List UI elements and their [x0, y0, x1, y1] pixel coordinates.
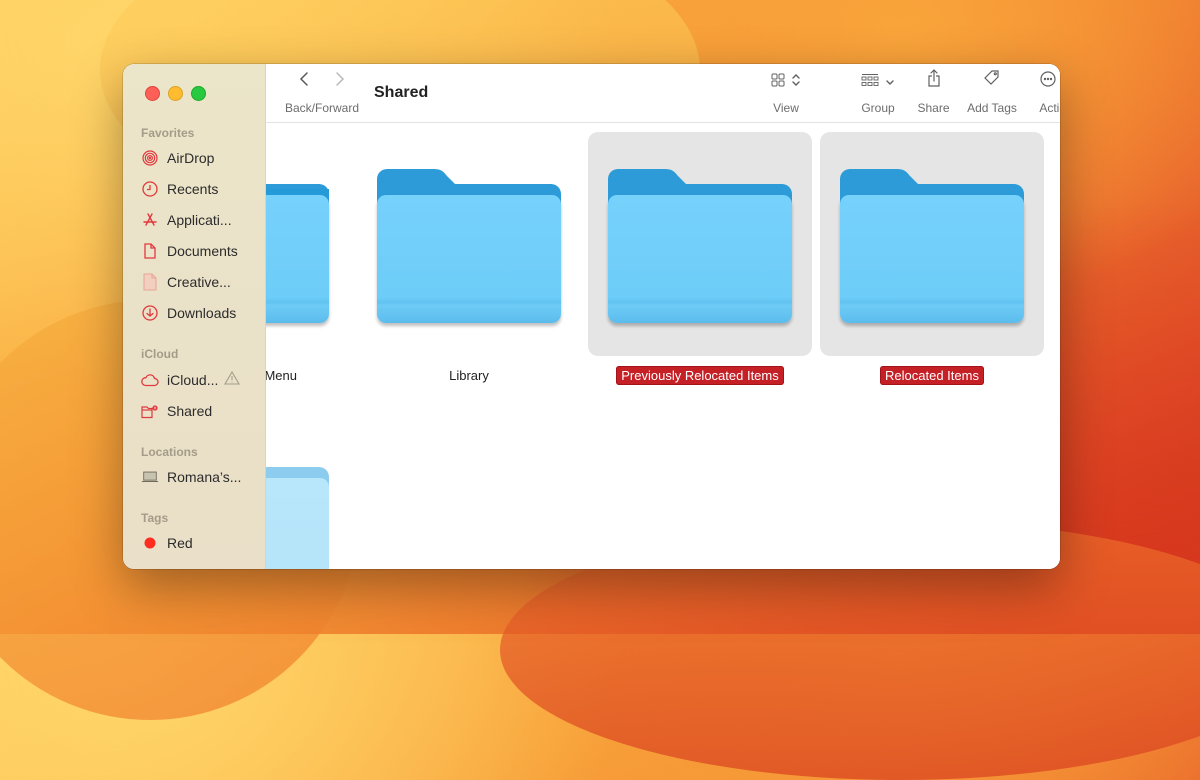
sidebar-item-label: iCloud... — [167, 372, 219, 388]
action-label: Action — [1039, 101, 1060, 115]
sidebar-item-documents[interactable]: Documents — [141, 240, 263, 262]
sidebar-item-label: AirDrop — [167, 150, 215, 166]
sidebar-item-label: Downloads — [167, 305, 237, 321]
window-controls — [145, 86, 206, 101]
sidebar-item-label: Shared — [167, 403, 213, 419]
chevron-down-icon — [885, 74, 895, 92]
file-name: Menu — [266, 368, 297, 383]
forward-button[interactable] — [332, 71, 346, 92]
back-button[interactable] — [298, 71, 312, 92]
add-tags-label: Add Tags — [967, 101, 1017, 115]
sidebar-item-label: Creative... — [167, 274, 231, 290]
file-name: Relocated Items — [880, 366, 984, 385]
sidebar-item-airdrop[interactable]: AirDrop — [141, 147, 263, 169]
folder-icon — [608, 169, 792, 325]
sidebar-item-applications[interactable]: Applicati... — [141, 209, 263, 231]
group-label: Group — [861, 101, 895, 115]
sidebar-item-icloud-drive[interactable]: iCloud... — [141, 369, 263, 391]
sidebar-item-label: Applicati... — [167, 212, 232, 228]
updown-chevron-icon — [791, 73, 801, 92]
folder-icon — [840, 169, 1024, 325]
share-button[interactable]: Share — [911, 64, 956, 122]
sidebar-item-label: Recents — [167, 181, 219, 197]
toolbar: Back/Forward Shared View Group Share Add… — [266, 64, 1060, 123]
cloud-icon — [141, 371, 159, 389]
clock-icon — [141, 180, 159, 198]
tag-dot-icon — [141, 534, 159, 552]
sidebar-item-label: Red — [167, 535, 193, 551]
share-icon — [927, 69, 941, 92]
sidebar-item-label: Romana’s... — [167, 469, 242, 485]
zoom-button[interactable] — [191, 86, 206, 101]
section-tags: Tags — [141, 511, 169, 525]
ellipsis-circle-icon — [1040, 71, 1056, 92]
content-area: Back/Forward Shared View Group Share Add… — [266, 64, 1060, 569]
shared-folder-icon — [141, 402, 159, 420]
action-button[interactable]: Action — [1031, 64, 1060, 122]
applications-icon — [141, 211, 159, 229]
airdrop-icon — [141, 149, 159, 167]
document-icon — [141, 242, 159, 260]
file-name: Library — [449, 368, 489, 383]
window-title: Shared — [374, 84, 429, 101]
folder-icon — [266, 452, 329, 569]
grid-icon — [771, 73, 785, 92]
folder-icon — [266, 169, 329, 325]
sidebar-item-shared[interactable]: Shared — [141, 400, 263, 422]
view-label: View — [773, 101, 799, 115]
group-button[interactable]: Group — [853, 64, 903, 122]
share-label: Share — [917, 101, 950, 115]
sidebar-item-tag-red[interactable]: Red — [141, 532, 263, 554]
back-forward-control: Back/Forward — [282, 64, 362, 122]
tag-icon — [983, 69, 1001, 92]
sidebar-item-recents[interactable]: Recents — [141, 178, 263, 200]
section-locations: Locations — [141, 445, 198, 459]
finder-window: Favorites AirDrop Recents Applicati... D… — [123, 64, 1060, 569]
sidebar-item-macbook[interactable]: Romana’s... — [141, 466, 263, 488]
close-button[interactable] — [145, 86, 160, 101]
sidebar-item-downloads[interactable]: Downloads — [141, 302, 263, 324]
folder-icon — [377, 169, 561, 325]
sidebar-item-label: Documents — [167, 243, 238, 259]
file-name: Previously Relocated Items — [616, 366, 784, 385]
section-icloud: iCloud — [141, 347, 179, 361]
back-forward-label: Back/Forward — [284, 101, 360, 115]
download-icon — [141, 304, 159, 322]
warning-icon — [224, 370, 241, 390]
group-icon — [861, 73, 879, 92]
view-button[interactable]: View — [761, 64, 811, 122]
add-tags-button[interactable]: Add Tags — [961, 64, 1023, 122]
minimize-button[interactable] — [168, 86, 183, 101]
file-icon — [141, 273, 159, 291]
file-grid: Menu Library Previously Relocated Items — [266, 123, 1060, 569]
sidebar-item-creative[interactable]: Creative... — [141, 271, 263, 293]
section-favorites: Favorites — [141, 126, 195, 140]
sidebar: Favorites AirDrop Recents Applicati... D… — [123, 64, 266, 569]
laptop-icon — [141, 468, 159, 486]
